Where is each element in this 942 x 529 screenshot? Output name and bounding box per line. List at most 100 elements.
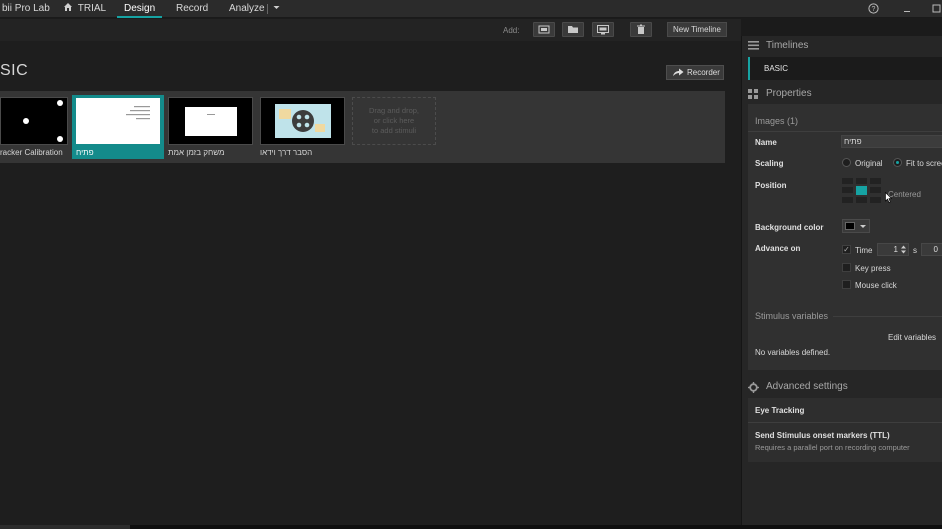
stimulus-thumbnail — [76, 98, 160, 144]
edit-variables-button[interactable]: Edit variables — [888, 333, 936, 342]
tab-design[interactable]: Design — [117, 0, 163, 18]
white-slide-preview — [185, 107, 237, 136]
gear-icon — [748, 382, 759, 393]
properties-header[interactable]: Properties — [742, 84, 942, 104]
film-reel-icon — [279, 109, 325, 132]
name-label: Name — [755, 138, 777, 147]
add-folder-icon — [568, 26, 578, 33]
text-lines-icon — [126, 106, 150, 120]
project-name: TRIAL — [77, 3, 107, 14]
timeline-editor: SIC Recorder racker Calibration פתיח משח… — [0, 41, 741, 525]
advance-time-stepper[interactable]: 1 — [877, 243, 909, 256]
advanced-settings-card: Eye Tracking Send Stimulus onset markers… — [748, 398, 942, 462]
help-button[interactable]: ? — [866, 0, 880, 18]
svg-text:?: ? — [871, 6, 875, 13]
chevron-down-icon — [860, 225, 866, 228]
scaling-label: Scaling — [755, 159, 784, 168]
stimulus-thumbnail[interactable] — [0, 97, 68, 145]
onset-markers-hint: Requires a parallel port on recording co… — [755, 443, 910, 452]
advance-time-ms-field[interactable]: 0 — [921, 243, 942, 256]
tab-separator — [267, 4, 268, 14]
scrollbar-thumb[interactable] — [0, 525, 130, 529]
add-screen-button[interactable] — [592, 22, 614, 37]
toolbar: Add: New Timeline — [0, 19, 741, 41]
timeline-list-item[interactable]: BASIC — [748, 57, 942, 80]
scaling-fit-label: Fit to scree — [906, 159, 942, 168]
minimize-button[interactable] — [900, 0, 914, 18]
images-title: Images (1) — [755, 116, 799, 126]
stimulus-thumbnail[interactable] — [260, 97, 345, 145]
scaling-original-radio[interactable] — [842, 158, 851, 167]
app-title: bii Pro Lab — [2, 3, 50, 14]
bottom-scrollbar[interactable] — [0, 525, 942, 529]
drop-zone-line: or click here — [373, 116, 415, 125]
delete-icon — [637, 24, 645, 34]
new-timeline-button[interactable]: New Timeline — [667, 22, 727, 37]
background-color-picker[interactable] — [842, 219, 870, 233]
timelines-header[interactable]: Timelines — [742, 36, 942, 56]
share-arrow-icon — [673, 68, 684, 76]
menu-bar: bii Pro Lab TRIAL Design Record Analyze … — [0, 0, 942, 18]
onset-markers-label: Send Stimulus onset markers (TTL) — [755, 431, 890, 440]
mouse-click-label: Mouse click — [855, 281, 897, 290]
properties-header-label: Properties — [766, 88, 812, 99]
advanced-settings-label: Advanced settings — [766, 381, 848, 392]
properties-card: Images (1) Name פתיח Scaling Original Fi… — [748, 104, 942, 370]
stimulus-thumbnail[interactable] — [168, 97, 253, 145]
divider — [748, 131, 942, 132]
no-variables-text: No variables defined. — [755, 348, 831, 357]
key-press-label: Key press — [855, 264, 891, 273]
background-color-label: Background color — [755, 223, 824, 232]
advance-time-label: Time — [855, 246, 873, 255]
advance-on-label: Advance on — [755, 244, 801, 253]
advance-time-value: 1 — [893, 245, 898, 254]
scaling-fit-radio[interactable] — [893, 158, 902, 167]
tab-analyze[interactable]: Analyze — [229, 0, 265, 18]
key-press-checkbox[interactable] — [842, 263, 851, 272]
video-preview — [275, 104, 331, 138]
color-swatch — [845, 222, 855, 230]
recorder-label: Recorder — [687, 68, 720, 77]
home-icon — [64, 3, 72, 11]
divider — [748, 422, 942, 423]
stimuli-strip: racker Calibration פתיח משחק בזמן אמת הס… — [0, 91, 725, 163]
delete-button[interactable] — [630, 22, 652, 37]
maximize-button[interactable] — [929, 0, 942, 18]
calibration-dots-icon — [23, 100, 63, 142]
timelines-header-label: Timelines — [766, 40, 809, 51]
recorder-button[interactable]: Recorder — [666, 65, 724, 80]
timeline-title: SIC — [0, 62, 29, 79]
stimulus-label: משחק בזמן אמת — [168, 148, 225, 157]
stimulus-label: הסבר דרך וידאו — [260, 148, 313, 157]
add-folder-button[interactable] — [562, 22, 584, 37]
tabs-dropdown-button[interactable] — [273, 0, 280, 18]
project-button[interactable]: TRIAL — [63, 0, 106, 18]
stimulus-label: racker Calibration — [0, 148, 63, 157]
chevron-down-icon — [273, 6, 280, 9]
position-value: Centered — [888, 190, 921, 199]
add-label: Add: — [503, 26, 520, 35]
help-circle-icon: ? — [867, 3, 879, 14]
mouse-click-checkbox[interactable] — [842, 280, 851, 289]
name-field[interactable]: פתיח — [841, 135, 942, 148]
add-screen-icon — [597, 25, 609, 35]
drop-zone-line: to add stimuli — [371, 126, 417, 135]
scaling-original-label: Original — [855, 159, 883, 168]
divider — [833, 316, 942, 317]
mouse-cursor-icon — [885, 192, 892, 203]
add-image-icon — [538, 25, 550, 34]
grid-icon — [748, 89, 758, 99]
eye-tracking-label: Eye Tracking — [755, 406, 805, 415]
advanced-settings-header[interactable]: Advanced settings — [742, 377, 942, 397]
position-grid[interactable] — [842, 178, 884, 208]
add-image-button[interactable] — [533, 22, 555, 37]
advance-time-unit: s — [913, 246, 917, 255]
stimulus-selected-highlight[interactable]: פתיח — [72, 95, 164, 159]
list-icon — [748, 41, 759, 50]
advance-time-checkbox[interactable]: ✓ — [842, 245, 851, 254]
tab-record[interactable]: Record — [176, 0, 208, 18]
add-stimuli-drop-zone[interactable]: Drag and drop, or click here to add stim… — [352, 97, 436, 145]
minimize-icon — [904, 11, 910, 12]
position-label: Position — [755, 181, 787, 190]
stimulus-variables-label: Stimulus variables — [755, 311, 829, 321]
